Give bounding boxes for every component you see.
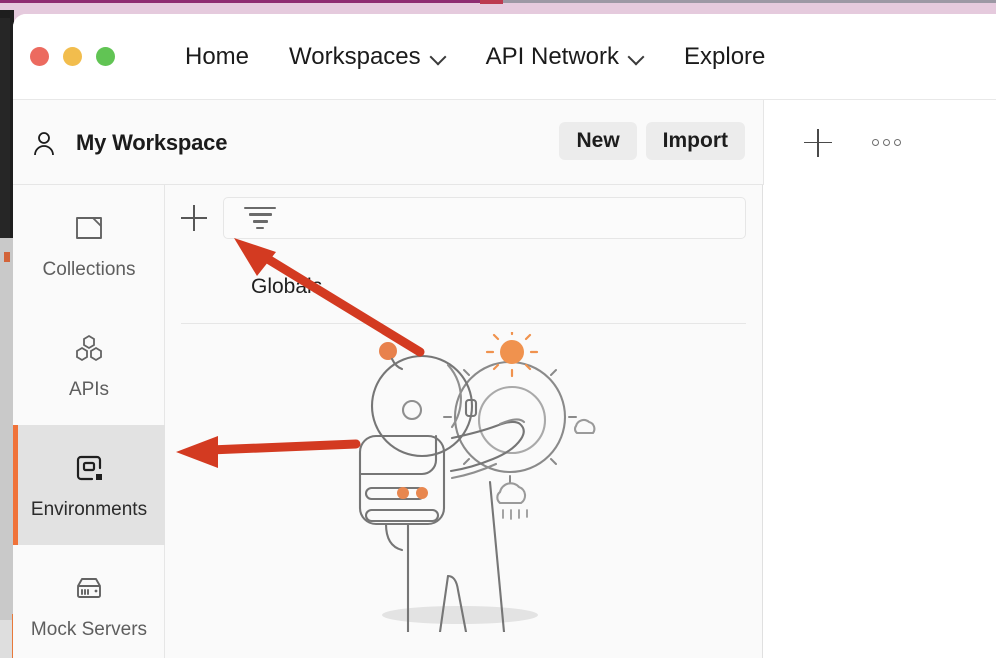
workspace-bar-left: My Workspace New Import [13, 100, 763, 185]
main-body: Collections APIs Environments Mock Serve… [13, 185, 996, 658]
workspace-bar: My Workspace New Import [13, 99, 996, 185]
filter-bar [244, 206, 276, 210]
environments-icon [71, 450, 107, 486]
plus-icon[interactable] [804, 128, 832, 157]
workspace-title: My Workspace [76, 129, 228, 155]
new-button[interactable]: New [559, 122, 637, 160]
top-navigation-bar: Home Workspaces API Network Explore [13, 14, 996, 99]
chevron-down-icon [431, 49, 446, 64]
apis-icon [71, 330, 107, 366]
nav-item-api-network[interactable]: API Network [466, 37, 664, 77]
nav-item-home[interactable]: Home [165, 37, 269, 77]
desktop-accent-line-right [503, 0, 996, 3]
environments-list-panel: Globals [165, 185, 763, 658]
add-environment-button[interactable] [181, 205, 207, 231]
nav-item-workspaces-label: Workspaces [289, 42, 421, 70]
empty-state-illustration [165, 324, 763, 644]
dot [872, 139, 879, 146]
sidebar-item-collections[interactable]: Collections [13, 185, 165, 305]
ellipsis-icon[interactable] [872, 139, 901, 146]
background-window-light [0, 238, 14, 658]
sidebar-item-collections-label: Collections [42, 258, 136, 280]
nav-item-home-label: Home [185, 42, 250, 70]
nav-item-explore[interactable]: Explore [664, 37, 785, 77]
nav-item-workspaces[interactable]: Workspaces [269, 37, 466, 77]
dot [894, 139, 901, 146]
filter-icon [244, 206, 276, 230]
sidebar-item-apis[interactable]: APIs [13, 305, 165, 425]
sidebar-item-apis-label: APIs [68, 378, 110, 400]
window-controls [30, 47, 115, 66]
import-button[interactable]: Import [645, 122, 745, 160]
app-window: Home Workspaces API Network Explore My W… [13, 14, 996, 658]
chevron-down-icon [629, 49, 644, 64]
filter-input[interactable] [223, 197, 746, 239]
background-window-accent-mark [4, 252, 10, 262]
user-icon [30, 129, 58, 157]
desktop-accent-line-red [480, 0, 503, 4]
dot [883, 139, 890, 146]
screen: Home Workspaces API Network Explore My W… [0, 0, 996, 658]
mock-servers-icon [71, 570, 107, 606]
workspace-actions: New Import [559, 122, 745, 160]
background-window-dark-inner [0, 18, 10, 238]
list-toolbar [165, 185, 762, 251]
top-nav-items: Home Workspaces API Network Explore [165, 37, 785, 77]
sidebar-item-mock-servers[interactable]: Mock Servers [13, 545, 165, 658]
filter-bar [248, 213, 272, 216]
workspace-bar-right [763, 100, 996, 185]
sidebar-item-mock-servers-label: Mock Servers [30, 618, 148, 640]
detail-panel [763, 185, 996, 658]
collections-icon [71, 210, 107, 246]
nav-item-explore-label: Explore [684, 42, 766, 70]
maximize-button[interactable] [96, 47, 115, 66]
sidebar-item-environments-label: Environments [30, 498, 148, 520]
desktop-accent-line-left [0, 0, 503, 3]
filter-bar [256, 226, 264, 230]
sidebar: Collections APIs Environments Mock Serve… [13, 185, 165, 658]
filter-bar [252, 220, 268, 223]
list-item-globals[interactable]: Globals [165, 251, 762, 323]
astronaut-illustration [358, 332, 596, 632]
nav-item-api-network-label: API Network [485, 42, 620, 70]
close-button[interactable] [30, 47, 49, 66]
list-item-globals-label: Globals [251, 275, 323, 298]
sidebar-item-environments[interactable]: Environments [13, 425, 165, 545]
minimize-button[interactable] [63, 47, 82, 66]
